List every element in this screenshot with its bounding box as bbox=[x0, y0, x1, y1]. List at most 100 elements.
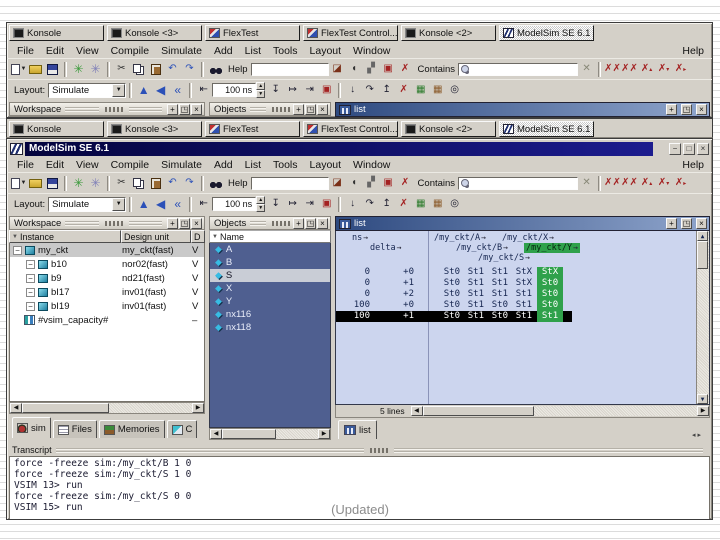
tree-row-b10[interactable]: − b10 nor02(fast) V bbox=[10, 257, 204, 271]
layout-select[interactable]: Simulate ▼ bbox=[48, 82, 127, 98]
maximize-button[interactable]: □ bbox=[683, 142, 695, 155]
minimize-button[interactable]: − bbox=[669, 142, 681, 155]
help-go-button[interactable]: ◪ bbox=[329, 175, 346, 192]
examine-button[interactable]: ◎ bbox=[446, 196, 463, 213]
scroll-down-icon[interactable]: ▼ bbox=[697, 394, 708, 404]
tab-memories[interactable]: Memories bbox=[98, 420, 165, 438]
delete-x-up-button[interactable]: ✗ ▴ bbox=[638, 175, 655, 192]
menu-edit[interactable]: Edit bbox=[40, 159, 70, 171]
taskbar-tab-modelsim[interactable]: ModelSim SE 6.1 bbox=[499, 25, 594, 41]
panel-undock-button[interactable]: ◳ bbox=[179, 217, 190, 229]
spin-down-icon[interactable]: ▼ bbox=[256, 90, 266, 98]
tree-row-bI19[interactable]: − bI19 inv01(fast) V bbox=[10, 299, 204, 313]
list-col-delta[interactable]: delta→ bbox=[370, 243, 401, 253]
scroll-track[interactable] bbox=[276, 429, 318, 439]
panel-undock-button[interactable]: ◳ bbox=[179, 103, 190, 115]
panel-grip[interactable] bbox=[55, 447, 365, 453]
object-row-A[interactable]: ◆ A bbox=[210, 243, 330, 256]
list-vscrollbar[interactable]: ▲ ▼ bbox=[696, 231, 709, 404]
new-file-button[interactable]: ▼ bbox=[10, 175, 27, 192]
tree-row-my-ckt[interactable]: − my_ckt my_ckt(fast) V bbox=[10, 243, 204, 257]
menu-view[interactable]: View bbox=[70, 45, 105, 57]
scroll-right-icon[interactable]: ▶ bbox=[697, 406, 709, 416]
paste-button[interactable] bbox=[147, 61, 164, 78]
menu-help[interactable]: Help bbox=[676, 159, 708, 171]
list-col-ns[interactable]: ns→ bbox=[352, 233, 368, 243]
panel-grip[interactable] bbox=[128, 220, 162, 226]
list-row-2[interactable]: 0 +2 St0 St1 St1 St1 St0 bbox=[336, 289, 572, 300]
stop-x-button[interactable]: ✗ bbox=[395, 196, 412, 213]
break-button[interactable]: ▣ bbox=[318, 82, 335, 99]
taskbar-tab-flextest-control[interactable]: FlexTest Control... bbox=[303, 121, 398, 137]
examine-button[interactable]: ◎ bbox=[446, 82, 463, 99]
cut-button[interactable]: ✂ bbox=[113, 61, 130, 78]
menu-tools[interactable]: Tools bbox=[267, 45, 304, 57]
object-row-nx116[interactable]: ◆ nx116 bbox=[210, 308, 330, 321]
collapse-icon[interactable]: − bbox=[26, 259, 35, 269]
speaker-button[interactable]: ◖ bbox=[346, 61, 363, 78]
panel-undock-button[interactable]: ◳ bbox=[305, 217, 316, 229]
objects-hscrollbar[interactable]: ◀ ▶ bbox=[209, 428, 331, 440]
collapse-icon[interactable]: − bbox=[26, 273, 35, 283]
step-over-button[interactable]: ↷ bbox=[361, 196, 378, 213]
delete-x-up-button[interactable]: ✗ ▴ bbox=[638, 61, 655, 78]
redo-button[interactable]: ↷ bbox=[181, 175, 198, 192]
scroll-up-icon[interactable]: ▲ bbox=[697, 231, 708, 241]
panel-add-button[interactable]: + bbox=[167, 217, 178, 229]
object-row-nx118[interactable]: ◆ nx118 bbox=[210, 321, 330, 334]
menu-file[interactable]: File bbox=[11, 45, 40, 57]
panel-grip[interactable] bbox=[128, 106, 162, 112]
tree-row-bI17[interactable]: − bI17 inv01(fast) V bbox=[10, 285, 204, 299]
panel-grip-dots[interactable] bbox=[272, 220, 290, 226]
back-all-button[interactable]: « bbox=[169, 82, 186, 99]
delete-xx-all-button[interactable]: ✗✗ bbox=[621, 61, 638, 78]
scroll-thumb[interactable] bbox=[422, 406, 535, 416]
object-row-B[interactable]: ◆ B bbox=[210, 256, 330, 269]
step-button[interactable]: ↓ bbox=[344, 196, 361, 213]
tab-sim[interactable]: sim bbox=[12, 417, 51, 438]
back-button[interactable]: ◀ bbox=[152, 82, 169, 99]
compile-button[interactable]: ✳ bbox=[70, 175, 87, 192]
delete-x-right-button[interactable]: ✗ ▸ bbox=[672, 175, 689, 192]
run-length-field[interactable]: 100 ns bbox=[212, 197, 257, 211]
menu-add[interactable]: Add bbox=[208, 45, 239, 57]
panel-undock-button[interactable]: ◳ bbox=[681, 218, 692, 229]
tree-row-b9[interactable]: − b9 nd21(fast) V bbox=[10, 271, 204, 285]
help-search-input[interactable] bbox=[253, 178, 326, 188]
taskbar-tab-konsole[interactable]: Konsole bbox=[9, 25, 104, 41]
list-row-3[interactable]: 100 +0 St0 St1 St0 St1 St0 bbox=[336, 300, 572, 311]
column-header-design-unit[interactable]: Design unit bbox=[121, 230, 191, 243]
panel-undock-button[interactable]: ◳ bbox=[681, 104, 692, 115]
scroll-track[interactable] bbox=[697, 269, 709, 394]
help-go-button[interactable]: ◪ bbox=[329, 61, 346, 78]
list-col-signal-A[interactable]: /my_ckt/A→ bbox=[434, 233, 486, 243]
compile-all-button[interactable]: ✳ bbox=[87, 61, 104, 78]
pause-zz-button[interactable]: ▞ bbox=[363, 61, 380, 78]
memory-brown-button[interactable]: ▦ bbox=[429, 82, 446, 99]
taskbar-tab-flextest[interactable]: FlexTest bbox=[205, 121, 300, 137]
open-file-button[interactable] bbox=[27, 61, 44, 78]
list-col-signal-B[interactable]: /my_ckt/B→ bbox=[456, 243, 508, 253]
scroll-track[interactable] bbox=[109, 403, 192, 413]
window-titlebar[interactable]: ModelSim SE 6.1 − □ × bbox=[7, 139, 712, 157]
find-button[interactable] bbox=[207, 61, 224, 78]
dropdown-arrow-icon[interactable]: ▼ bbox=[112, 197, 126, 211]
collapse-icon[interactable]: − bbox=[26, 301, 35, 311]
object-row-Y[interactable]: ◆ Y bbox=[210, 295, 330, 308]
back-button[interactable]: ◀ bbox=[152, 196, 169, 213]
cut-button[interactable]: ✂ bbox=[113, 175, 130, 192]
run-length-spinner[interactable]: ▲ ▼ bbox=[256, 196, 266, 212]
object-row-X[interactable]: ◆ X bbox=[210, 282, 330, 295]
copy-button[interactable] bbox=[130, 175, 147, 192]
panel-grip[interactable] bbox=[250, 106, 266, 112]
menu-simulate[interactable]: Simulate bbox=[155, 159, 208, 171]
collapse-icon[interactable]: − bbox=[26, 287, 35, 297]
panel-close-button[interactable]: × bbox=[317, 217, 328, 229]
menu-file[interactable]: File bbox=[11, 159, 40, 171]
step-button[interactable]: ↓ bbox=[344, 82, 361, 99]
dropdown-arrow-icon[interactable]: ▼ bbox=[112, 83, 126, 97]
compile-button[interactable]: ✳ bbox=[70, 61, 87, 78]
panel-grip[interactable] bbox=[394, 447, 703, 453]
contains-filter-input[interactable] bbox=[471, 64, 576, 74]
stop-x-button[interactable]: ✗ bbox=[395, 82, 412, 99]
